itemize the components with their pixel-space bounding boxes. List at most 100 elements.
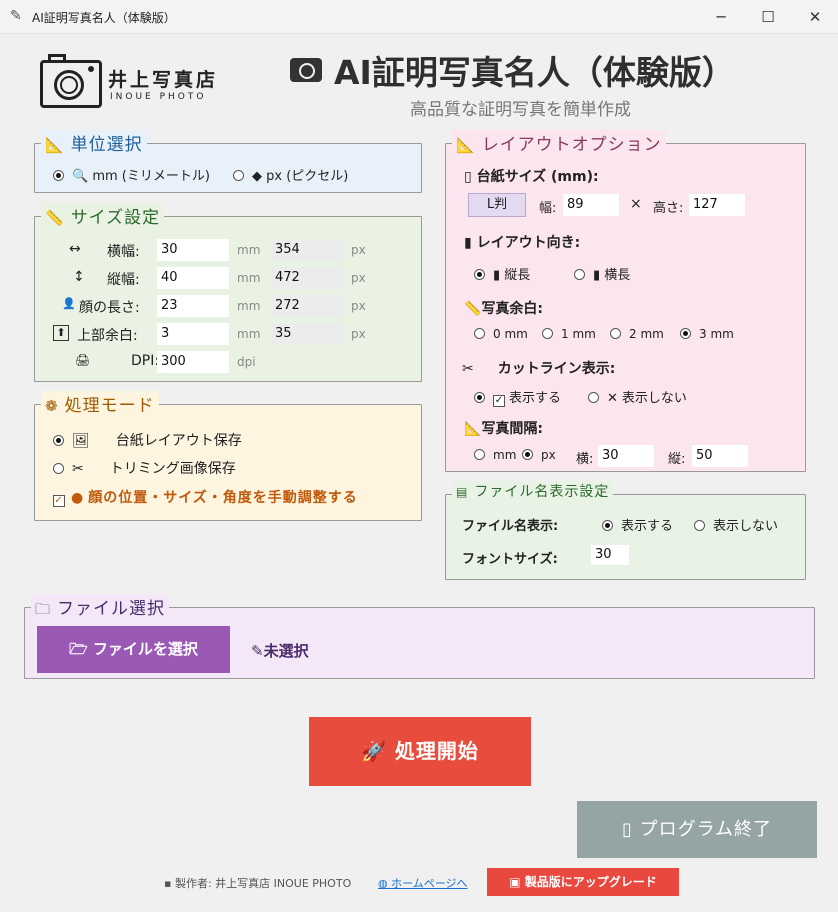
exit-program-button[interactable]: ▯ プログラム終了 [577,801,817,858]
page-title: AI証明写真名人（体験版） [290,46,735,94]
spacing-px-radio[interactable]: px [522,448,556,462]
rocket-icon: 🚀 [361,739,395,763]
door-icon: ▯ [621,819,640,840]
file-select-legend: 🗀 ファイル選択 [31,594,170,624]
unknown-glyph-icon: ◆ [252,169,262,184]
orientation-title: ▮ レイアウト向き: [464,235,581,251]
mode-layout-radio[interactable]: 🖼 台紙レイアウト保存 [53,430,242,450]
phone-icon: ▮ [593,268,605,283]
page-title-text: AI証明写真名人（体験版） [334,53,735,92]
logo-subtitle: INOUE PHOTO [110,92,207,102]
height-px-unit: px [351,271,366,285]
margin-3-radio[interactable]: 3 mm [680,327,734,341]
up-arrow-box-icon: ⬆ [53,325,69,341]
layout-options-legend: 📐 レイアウトオプション [452,130,666,155]
unit-select-group: 📐 単位選択 🔍 mm (ミリメートル) ◆ px (ピクセル) [34,130,422,193]
width-px-value: 354 [271,239,343,261]
page-subtitle: 高品質な証明写真を簡単作成 [410,100,631,120]
camera-lens-inner-icon [60,76,78,94]
spacing-h-input[interactable]: 30 [598,445,654,467]
minimize-button[interactable]: ─ [698,0,744,34]
width-mm-input[interactable]: 30 [157,239,229,261]
spacing-mm-radio[interactable]: mm [474,448,516,462]
spacing-v-label: 縦: [668,452,686,467]
spacing-v-input[interactable]: 50 [692,445,748,467]
ruler-icon: 📏 [45,209,65,227]
ruler-triangle-icon: 📐 [456,136,476,154]
unit-mm-label: mm (ミリメートル) [92,169,210,184]
width-label: 横幅: [107,244,140,260]
face-length-mm-input[interactable]: 23 [157,295,229,317]
top-margin-label: 上部余白: [77,328,138,344]
margin-0-label: 0 mm [493,327,528,341]
face-length-label: 顔の長さ: [79,300,140,316]
unit-mm-radio[interactable]: 🔍 mm (ミリメートル) [53,165,210,184]
file-status: ✎未選択 [251,642,309,660]
margin-1-radio[interactable]: 1 mm [542,327,596,341]
cutline-show-label: 表示する [509,391,562,406]
arrow-horizontal-icon: ↔ [69,241,81,257]
window-title: AI証明写真名人（体験版） [32,11,176,25]
paper-height-input[interactable]: 127 [689,194,745,216]
orientation-portrait-radio[interactable]: ▮ 縦長 [474,264,530,283]
face-length-px-value: 272 [271,295,343,317]
filename-hide-radio[interactable]: 表示しない [694,515,778,534]
filename-show-radio[interactable]: 表示する [602,515,673,534]
printer-icon: 🖨 [75,353,91,367]
box-icon: ▣ [509,875,525,889]
cutline-show-radio[interactable]: ✓ 表示する [474,387,561,407]
ruler-triangle-icon: 📐 [464,421,482,437]
face-length-mm-unit: mm [237,299,261,313]
spacing-title: 📐写真間隔: [464,421,544,437]
maximize-button[interactable]: ☐ [745,0,791,34]
top-margin-px-unit: px [351,327,366,341]
upgrade-button[interactable]: ▣ 製品版にアップグレード [487,868,679,896]
flower-gear-icon: ❁ [45,397,59,415]
mode-layout-label: 台紙レイアウト保存 [115,433,242,449]
width-px-unit: px [351,243,366,257]
filename-display-label: ファイル名表示: [462,519,559,534]
unit-px-radio[interactable]: ◆ px (ピクセル) [233,165,348,184]
flame-icon: ● [71,490,85,506]
filename-hide-label: 表示しない [713,519,779,534]
paper-width-input[interactable]: 89 [563,194,619,216]
top-margin-mm-input[interactable]: 3 [157,323,229,345]
logo-name: 井上写真店 [108,69,219,91]
width-mm-unit: mm [237,243,261,257]
document-edit-icon: ✎ [251,642,264,660]
check-box-icon: ✓ [493,395,505,407]
font-size-input[interactable]: 30 [591,545,629,565]
filename-show-label: 表示する [621,519,674,534]
manual-adjust-checkbox[interactable]: ✓ ● 顔の位置・サイズ・角度を手動調整する [53,487,358,507]
size-settings-legend: 📏 サイズ設定 [41,203,165,228]
cutline-title: ✂ カットライン表示: [462,361,616,377]
close-button[interactable]: ✕ [792,0,838,34]
l-size-preset-button[interactable]: L判 [468,193,526,217]
file-select-group: 🗀 ファイル選択 🗁 ファイルを選択 ✎未選択 [24,594,815,679]
cutline-hide-radio[interactable]: ✕ 表示しない [588,387,687,406]
unit-px-label: px (ピクセル) [266,169,349,184]
window-titlebar: ✎ AI証明写真名人（体験版） ─ ☐ ✕ [0,0,838,34]
document-icon: ▯ [464,169,477,185]
select-file-button[interactable]: 🗁 ファイルを選択 [37,626,230,673]
margin-2-radio[interactable]: 2 mm [610,327,664,341]
height-mm-unit: mm [237,271,261,285]
height-mm-input[interactable]: 40 [157,267,229,289]
dpi-label: DPI: [131,353,160,369]
spacing-mm-label: mm [493,448,517,462]
mode-trim-radio[interactable]: ✂ トリミング画像保存 [53,458,236,478]
folder-icon: 🗀 [35,600,52,618]
margin-0-radio[interactable]: 0 mm [474,327,528,341]
layout-options-group: 📐 レイアウトオプション ▯ 台紙サイズ (mm): L判 幅: 89 × 高さ:… [445,130,806,472]
cutline-hide-label: 表示しない [621,391,687,406]
orientation-landscape-radio[interactable]: ▮ 横長 [574,264,630,283]
margin-title: 📏写真余白: [464,301,544,317]
camera-icon [290,58,322,82]
homepage-link[interactable]: ◍ ホームページへ [378,875,468,891]
ruler-triangle-icon: 📐 [45,136,65,154]
start-processing-button[interactable]: 🚀 処理開始 [309,717,531,786]
font-size-label: フォントサイズ: [462,552,558,567]
dpi-input[interactable]: 300 [157,351,229,373]
top-margin-mm-unit: mm [237,327,261,341]
orientation-landscape-label: 横長 [604,268,631,283]
